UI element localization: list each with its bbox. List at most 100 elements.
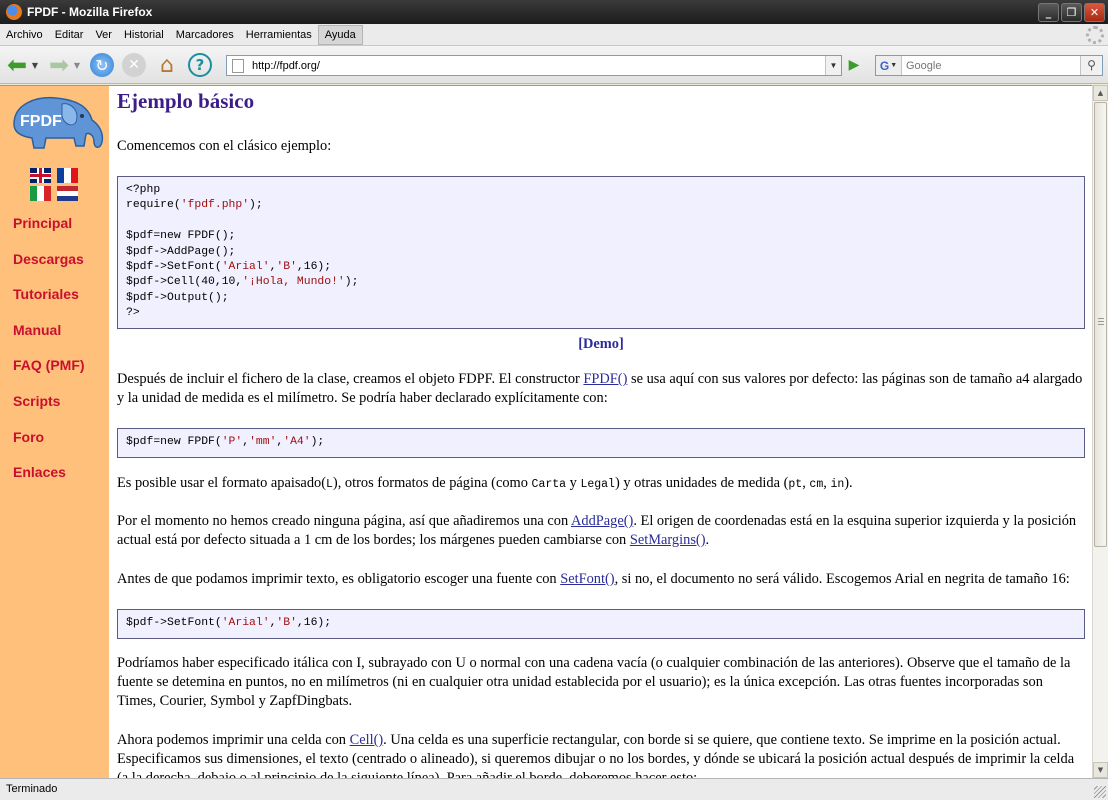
close-button[interactable]: ✕: [1084, 3, 1105, 22]
menu-marcadores[interactable]: Marcadores: [170, 26, 240, 44]
code-example-text: <?php require('fpdf.php'); $pdf=new FPDF…: [126, 183, 1076, 322]
sidebar-nav: Principal Descargas Tutoriales Manual FA…: [13, 215, 85, 500]
resize-grip-icon[interactable]: [1094, 786, 1106, 798]
netherlands-flag-icon[interactable]: [57, 186, 78, 201]
menu-archivo[interactable]: Archivo: [0, 26, 49, 44]
url-history-dropdown-icon[interactable]: ▼: [825, 56, 841, 75]
page-title: Ejemplo básico: [117, 89, 255, 113]
go-arrow-icon[interactable]: ▶: [845, 56, 863, 74]
page-icon: [232, 58, 244, 73]
sidebar-link-manual[interactable]: Manual: [13, 322, 85, 358]
window-controls: _ ❐ ✕: [1038, 3, 1105, 22]
code-line: $pdf->Cell(40,10,'¡Hola, Mundo!');: [126, 276, 359, 289]
menu-herramientas[interactable]: Herramientas: [240, 26, 318, 44]
reload-icon[interactable]: ↻: [90, 53, 114, 77]
setmargins-link[interactable]: SetMargins(): [630, 532, 706, 548]
google-icon: G: [879, 58, 890, 73]
window-title: FPDF - Mozilla Firefox: [27, 5, 153, 19]
code-block-constructor: $pdf=new FPDF('P','mm','A4');: [117, 428, 1085, 458]
code-inline: L: [326, 478, 333, 491]
code-constructor-text: $pdf=new FPDF('P','mm','A4');: [126, 435, 1076, 450]
menu-editar[interactable]: Editar: [49, 26, 90, 44]
window-titlebar: FPDF - Mozilla Firefox _ ❐ ✕: [0, 0, 1108, 24]
help-icon[interactable]: ?: [188, 53, 212, 77]
language-flags: [30, 168, 82, 201]
code-line: $pdf->Output();: [126, 291, 229, 304]
menu-bar: Archivo Editar Ver Historial Marcadores …: [0, 24, 1108, 46]
setfont-link[interactable]: SetFont(): [560, 571, 614, 587]
code-block-setfont: $pdf->SetFont('Arial','B',16);: [117, 609, 1085, 639]
chevron-down-icon: ▼: [890, 62, 898, 69]
menu-ayuda[interactable]: Ayuda: [317, 24, 363, 45]
stop-icon[interactable]: ✕: [122, 53, 146, 77]
paragraph-constructor: Después de incluir el fichero de la clas…: [117, 370, 1085, 408]
throbber-icon: [1086, 26, 1104, 44]
sidebar-link-principal[interactable]: Principal: [13, 215, 85, 251]
text: Por el momento no hemos creado ninguna p…: [117, 513, 571, 529]
code-line: require('fpdf.php');: [126, 199, 263, 212]
minimize-button[interactable]: _: [1038, 3, 1059, 22]
text: .: [705, 532, 710, 548]
fpdf-elephant-logo[interactable]: FPDF: [6, 94, 106, 156]
code-block-example: <?php require('fpdf.php'); $pdf=new FPDF…: [117, 176, 1085, 329]
sidebar-link-foro[interactable]: Foro: [13, 429, 85, 465]
code-inline: Carta: [531, 478, 567, 491]
maximize-button[interactable]: ❐: [1061, 3, 1082, 22]
logo-text: FPDF: [20, 113, 62, 130]
france-flag-icon[interactable]: [57, 168, 78, 183]
code-line: <?php: [126, 184, 161, 196]
code-line: $pdf=new FPDF();: [126, 230, 236, 243]
text: y: [566, 475, 581, 491]
menu-historial[interactable]: Historial: [118, 26, 170, 44]
code-line: $pdf->SetFont('Arial','B',16);: [126, 617, 332, 629]
demo-link[interactable]: [Demo]: [578, 336, 624, 352]
text: ), otros formatos de página (como: [332, 475, 532, 491]
text: Antes de que podamos imprimir texto, es …: [117, 571, 561, 587]
sidebar-link-scripts[interactable]: Scripts: [13, 393, 85, 429]
vertical-scrollbar[interactable]: ▲ ▼: [1092, 85, 1108, 778]
code-setfont-text: $pdf->SetFont('Arial','B',16);: [126, 616, 1076, 631]
sidebar-link-enlaces[interactable]: Enlaces: [13, 464, 85, 500]
search-bar[interactable]: G▼ ⚲: [875, 55, 1103, 76]
code-inline: pt: [788, 478, 803, 491]
address-bar[interactable]: ▼: [226, 55, 842, 76]
text: ) y otras unidades de medida (: [614, 475, 789, 491]
paragraph-cell: Ahora podemos imprimir una celda con Cel…: [117, 731, 1085, 778]
paragraph-formats: Es posible usar el formato apaisado(L), …: [117, 474, 1085, 494]
status-text: Terminado: [6, 783, 58, 795]
code-line: ?>: [126, 307, 140, 320]
scroll-down-arrow-icon[interactable]: ▼: [1093, 762, 1108, 778]
demo-link-wrapper: [Demo]: [117, 335, 1085, 354]
search-engine-selector[interactable]: G ▼: [876, 56, 902, 75]
back-arrow-icon[interactable]: ⬅: [4, 51, 30, 79]
cell-link[interactable]: Cell(): [350, 732, 384, 748]
url-input[interactable]: [252, 59, 825, 72]
code-inline: cm: [809, 478, 824, 491]
scroll-up-arrow-icon[interactable]: ▲: [1093, 85, 1108, 101]
italy-flag-icon[interactable]: [30, 186, 51, 201]
text: Después de incluir el fichero de la clas…: [117, 371, 584, 387]
menu-ver[interactable]: Ver: [89, 26, 118, 44]
status-bar: Terminado: [0, 778, 1108, 800]
addpage-link[interactable]: AddPage(): [571, 513, 633, 529]
search-icon[interactable]: ⚲: [1080, 56, 1102, 75]
code-line: $pdf->SetFont('Arial','B',16);: [126, 261, 332, 274]
scrollbar-thumb[interactable]: [1094, 102, 1107, 547]
sidebar-link-descargas[interactable]: Descargas: [13, 251, 85, 287]
sidebar: FPDF Principal Descargas Tutoriales Manu…: [0, 86, 109, 778]
forward-history-dropdown-icon[interactable]: ▼: [72, 52, 82, 78]
text: Ahora podemos imprimir una celda con: [117, 732, 350, 748]
uk-flag-icon[interactable]: [30, 168, 51, 183]
code-inline: Legal: [580, 478, 615, 491]
sidebar-link-faq[interactable]: FAQ (PMF): [13, 357, 85, 393]
code-line: $pdf=new FPDF('P','mm','A4');: [126, 436, 325, 448]
back-history-dropdown-icon[interactable]: ▼: [30, 52, 40, 78]
search-input[interactable]: [902, 59, 1080, 72]
sidebar-link-tutoriales[interactable]: Tutoriales: [13, 286, 85, 322]
code-line: $pdf->AddPage();: [126, 245, 236, 258]
fpdf-constructor-link[interactable]: FPDF(): [583, 371, 627, 387]
forward-arrow-icon[interactable]: ➡: [46, 51, 72, 79]
home-icon[interactable]: ⌂: [154, 52, 180, 78]
intro-paragraph: Comencemos con el clásico ejemplo:: [117, 138, 332, 154]
code-inline: in: [830, 478, 845, 491]
